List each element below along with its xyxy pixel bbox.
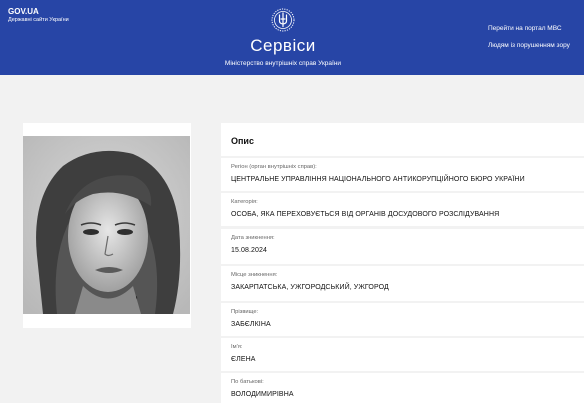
field-date: Дата зникнення: 15.08.2024 <box>221 229 584 264</box>
field-surname: Прізвище: ЗАБЄЛКІНА <box>221 303 584 336</box>
site-title[interactable]: Сервіси <box>0 36 566 56</box>
site-subtitle: Міністерство внутрішніх справ України <box>224 60 342 67</box>
trident-emblem-icon[interactable] <box>271 8 295 32</box>
field-value: ОСОБА, ЯКА ПЕРЕХОВУЄТЬСЯ ВІД ОРГАНІВ ДОС… <box>231 211 500 218</box>
field-value: 15.08.2024 <box>231 247 268 254</box>
field-patronymic: По батькові: ВОЛОДИМИРІВНА <box>221 373 584 403</box>
details-header: Опис <box>221 123 584 156</box>
field-label: Прізвище: <box>231 309 259 315</box>
details-title: Опис <box>231 136 254 146</box>
gov-ua-link[interactable]: GOV.UA Державні сайти України <box>8 7 69 23</box>
field-label: По батькові: <box>231 379 264 385</box>
field-region: Регіон (орган внутрішніх справ): ЦЕНТРАЛ… <box>221 158 584 191</box>
gov-ua-title: GOV.UA <box>8 7 39 16</box>
field-value: ЗАБЄЛКІНА <box>231 321 271 328</box>
person-photo <box>23 136 190 314</box>
photo-card <box>23 123 191 328</box>
portal-link[interactable]: Перейти на портал МВС <box>488 25 562 32</box>
field-label: Регіон (орган внутрішніх справ): <box>231 164 317 170</box>
field-value: ВОЛОДИМИРІВНА <box>231 391 294 398</box>
field-place: Місце зникнення: ЗАКАРПАТСЬКА, УЖГОРОДСЬ… <box>221 266 584 301</box>
gov-ua-subtitle: Державні сайти України <box>8 16 69 23</box>
field-label: Місце зникнення: <box>231 272 278 278</box>
field-value: ЗАКАРПАТСЬКА, УЖГОРОДСЬКИЙ, УЖГОРОД <box>231 284 389 291</box>
field-category: Категорія: ОСОБА, ЯКА ПЕРЕХОВУЄТЬСЯ ВІД … <box>221 193 584 226</box>
field-value: ЦЕНТРАЛЬНЕ УПРАВЛІННЯ НАЦІОНАЛЬНОГО АНТИ… <box>231 176 525 183</box>
field-value: ЄЛЕНА <box>231 356 256 363</box>
details-panel: Опис Регіон (орган внутрішніх справ): ЦЕ… <box>221 123 584 403</box>
field-first-name: Ім'я: ЄЛЕНА <box>221 338 584 371</box>
field-label: Дата зникнення: <box>231 235 275 241</box>
site-header: GOV.UA Державні сайти України Сервіси Мі… <box>0 0 584 75</box>
accessibility-link[interactable]: Людям із порушенням зору <box>488 42 570 49</box>
field-label: Категорія: <box>231 199 258 205</box>
field-label: Ім'я: <box>231 344 243 350</box>
